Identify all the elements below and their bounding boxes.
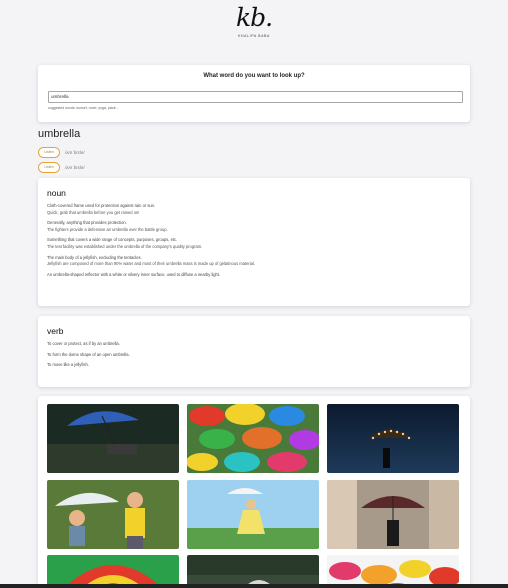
definition-text: To cover or protect, as if by an umbrell… — [47, 341, 120, 346]
definition-item: To cover or protect, as if by an umbrell… — [47, 341, 460, 348]
definition-item: Generally, anything that provides protec… — [47, 220, 460, 233]
meaning-card-verb: verb To cover or protect, as if by an um… — [38, 316, 470, 387]
definition-text: To move like a jellyfish. — [47, 362, 89, 368]
logo-subtitle: KHALIPA BABA — [238, 34, 270, 38]
definition-text: Something that covers a wide range of co… — [47, 237, 178, 243]
definition-list: Cloth-covered frame used for protection … — [47, 203, 460, 282]
search-input[interactable]: umbrella — [48, 91, 463, 103]
definition-item: The main body of a jellyfish, excluding … — [47, 255, 460, 268]
definition-example: Quick, grab that umbrella before you get… — [47, 209, 140, 215]
definition-text: An umbrella-shaped reflector with a whit… — [47, 271, 221, 277]
definition-text: The main body of a jellyfish, excluding … — [47, 254, 142, 260]
phonetic-text: /ʌmˈbrɛlə/ — [65, 164, 85, 170]
definition-item: An umbrella-shaped reflector with a whit… — [47, 272, 460, 279]
gallery-image[interactable] — [47, 480, 179, 549]
pronunciation-row: Listen /ʌmˈbrɛlə/ — [38, 146, 84, 158]
word-title: umbrella — [38, 128, 81, 140]
gallery-image[interactable] — [327, 404, 459, 473]
gallery-image[interactable] — [187, 404, 319, 473]
suggested-words: suggested words: sunset, rover, yoga, pl… — [48, 106, 119, 110]
search-question: What word do you want to look up? — [203, 73, 305, 79]
gallery-image[interactable] — [47, 404, 179, 473]
logo-mark: kb. — [235, 3, 273, 32]
image-gallery-card — [38, 396, 470, 588]
listen-button[interactable]: Listen — [38, 161, 60, 173]
listen-button[interactable]: Listen — [38, 146, 60, 158]
gallery-image[interactable] — [187, 480, 319, 549]
definition-example: The fighters provide a defensive air umb… — [47, 226, 168, 232]
phonetic-text: /ʌmˈbrɛlə/ — [65, 149, 85, 155]
definition-list: To cover or protect, as if by an umbrell… — [47, 341, 460, 373]
pronunciation-row: Listen /ʌmˈbrɛlə/ — [38, 161, 84, 173]
definition-text: Cloth-covered frame used for protection … — [47, 203, 156, 208]
definition-item: Something that covers a wide range of co… — [47, 237, 460, 250]
definition-text: To form the dome shape of an open umbrel… — [47, 351, 130, 357]
search-card: What word do you want to look up? umbrel… — [38, 65, 470, 122]
definition-item: To move like a jellyfish. — [47, 362, 460, 369]
part-of-speech: noun — [47, 188, 66, 198]
definition-example: Jellyfish are composed of more than 90% … — [47, 261, 255, 267]
bottom-bar — [0, 584, 508, 588]
definition-text: Generally, anything that provides protec… — [47, 220, 127, 226]
part-of-speech: verb — [47, 326, 64, 336]
gallery-image[interactable] — [327, 480, 459, 549]
logo: kb. KHALIPA BABA — [0, 3, 508, 39]
meaning-card-noun: noun Cloth-covered frame used for protec… — [38, 178, 470, 306]
definition-item: Cloth-covered frame used for protection … — [47, 203, 460, 216]
definition-example: The test facility was established under … — [47, 243, 203, 249]
definition-item: To form the dome shape of an open umbrel… — [47, 352, 460, 359]
